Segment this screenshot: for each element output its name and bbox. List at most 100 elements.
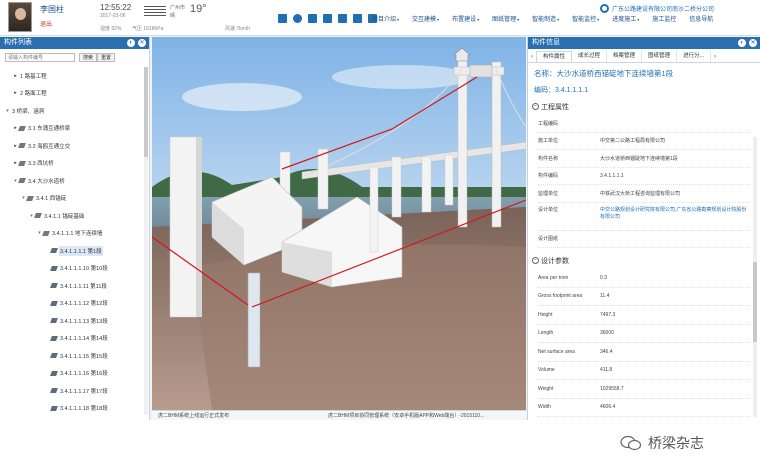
panel-header: 构件列表 ◐ ✕	[0, 37, 149, 49]
tree-item[interactable]: ▾ 3 桥梁、涵洞	[0, 102, 150, 120]
layers-icon[interactable]	[308, 14, 317, 23]
tree-item[interactable]: ▸ 2 路面工程	[0, 85, 150, 103]
logout-link[interactable]: 退出	[40, 19, 52, 28]
close-icon[interactable]: ✕	[749, 39, 757, 47]
tree-item[interactable]: 3.4.1.1.1.14 第14段	[0, 330, 150, 348]
tree-item[interactable]: 3.4.1.1.1.1 第1段	[0, 242, 150, 260]
tree-item[interactable]: 3.4.1.1.1.17 第17段	[0, 382, 150, 400]
tree-item[interactable]: 3.4.1.1.1.12 第12段	[0, 295, 150, 313]
chevron-down-icon: ▾	[597, 17, 600, 22]
grid-icon[interactable]	[323, 14, 332, 23]
tree-item[interactable]: ▸ 1 路基工程	[0, 67, 150, 85]
tree-item[interactable]: 3.4.1.1.1.18 第18段	[0, 400, 150, 418]
tree-item-label: 3 桥梁、涵洞	[12, 108, 45, 115]
bridge-scene	[152, 37, 526, 410]
tree-item-label: 3.4.1.1.1.10 第10段	[60, 266, 108, 273]
property-key: Net surface area	[538, 348, 575, 355]
property-value: 411.8	[600, 367, 613, 374]
pin-icon[interactable]: ◐	[738, 39, 746, 47]
tree-item[interactable]: 3.4.1.1.1.16 第16段	[0, 365, 150, 383]
tree-item[interactable]: ▾ 3.4.1.1 锚碇基础	[0, 207, 150, 225]
tree-item[interactable]: 3.4.1.1.1.19 第19段	[0, 417, 150, 420]
nav-item[interactable]: 布置建设▾	[452, 14, 479, 23]
reset-button[interactable]: 重置	[97, 53, 116, 62]
property-key: 监理单位	[538, 190, 559, 197]
status-right: 虎二BHM项目协同管理系统（安卓手机版APP和Web端台）-2015110...	[328, 413, 485, 419]
component-info-panel: 构件信息 ◐ ✕ ‹ 构件属性 成长过程 档案管理 图纸管理 进行分... › …	[527, 37, 760, 420]
property-value: 中交第二公路工程局有限公司	[600, 138, 666, 145]
nav-item-label: 施工监控	[652, 17, 677, 23]
expand-closed-icon[interactable]: ▸	[12, 90, 19, 96]
tab-archive[interactable]: 档案管理	[607, 51, 643, 62]
component-icon	[26, 195, 34, 201]
status-left: 虎二BHM系统上线运行正式发布	[158, 413, 230, 419]
tree-item[interactable]: ▸ 3.1 东涌互通桥梁	[0, 120, 150, 138]
nav-item-label: 交互建模	[412, 17, 437, 23]
document-icon[interactable]	[353, 14, 362, 23]
search-input[interactable]	[5, 53, 75, 62]
property-value: 中交公路规划设计研究院有限公司,广东省公路勘察规划设计院股份有限公司	[600, 206, 747, 220]
tree-item-label: 3.4.1.1.1 地下连续墙	[52, 231, 103, 238]
tree-item[interactable]: ▾ 3.4.1.1.1 地下连续墙	[0, 225, 150, 243]
tree-item[interactable]: ▾ 3.4 大沙水道桥	[0, 172, 150, 190]
tree-item[interactable]: ▸ 3.2 海鸥互通立交	[0, 137, 150, 155]
nav-item[interactable]: 项目介绍▾	[372, 14, 399, 23]
segment-icon	[50, 335, 58, 341]
nav-item[interactable]: 进度施工▾	[612, 14, 639, 23]
nav-item[interactable]: 信息导航	[689, 14, 713, 23]
chevron-right-icon[interactable]: ›	[711, 54, 719, 60]
property-key: 施工单位	[538, 138, 559, 145]
search-button[interactable]: 搜索	[79, 53, 98, 62]
property-row: Length 36000	[538, 325, 750, 343]
tab-drawings[interactable]: 图纸管理	[642, 51, 678, 62]
segment-icon	[50, 248, 58, 254]
nav-item[interactable]: 智能监控▾	[572, 14, 599, 23]
tree-item[interactable]: ▾ 3.4.1 西锚碇	[0, 190, 150, 208]
pin-icon[interactable]: ◐	[127, 39, 135, 47]
avatar[interactable]	[8, 2, 32, 32]
cube-icon[interactable]	[278, 14, 287, 23]
nav-item[interactable]: 施工监控	[652, 14, 676, 23]
segment-icon	[50, 388, 58, 394]
tree-item[interactable]: 3.4.1.1.1.15 第15段	[0, 347, 150, 365]
tab-properties[interactable]: 构件属性	[536, 51, 573, 62]
clock-time: 12:55:22	[100, 3, 132, 12]
property-key: Width	[538, 404, 551, 411]
tree-item[interactable]: ▸ 3.3 西坑桥	[0, 155, 150, 173]
nav-item-label: 信息导航	[689, 17, 714, 23]
nav-item[interactable]: 智能制造▾	[532, 14, 559, 23]
nav-item[interactable]: 交互建模▾	[412, 14, 439, 23]
tree-item[interactable]: 3.4.1.1.1.11 第11段	[0, 277, 150, 295]
close-icon[interactable]: ✕	[138, 39, 146, 47]
user-name: 李国柱	[40, 5, 64, 14]
property-value: 4606.4	[600, 404, 616, 411]
tree-item-label: 3.4.1.1.1.12 第12段	[60, 301, 108, 308]
tree-item-label: 3.4.1.1.1.18 第18段	[60, 406, 108, 413]
tree-item-label: 3.4.1.1 锚碇基础	[44, 213, 85, 220]
property-row: Area per tonn 0.3	[538, 269, 750, 288]
scrollbar[interactable]	[753, 137, 757, 417]
panel-title: 构件信息	[532, 39, 560, 46]
image-icon[interactable]	[338, 14, 347, 23]
section-header[interactable]: − 工程属性	[532, 101, 569, 112]
property-key: 构件名称	[538, 155, 559, 162]
user-icon[interactable]	[293, 14, 302, 23]
chevron-left-icon[interactable]: ‹	[528, 54, 536, 60]
weather-city: 广州市	[170, 5, 186, 11]
section-title: 工程属性	[541, 103, 569, 111]
property-row: Width 4606.4	[538, 399, 750, 417]
nav-item[interactable]: 图纸管理▾	[492, 14, 519, 23]
tree-item[interactable]: 3.4.1.1.1.10 第10段	[0, 260, 150, 278]
section-header[interactable]: − 设计参数	[532, 255, 569, 266]
expand-closed-icon[interactable]: ▸	[12, 73, 19, 79]
tab-more[interactable]: 进行分...	[677, 51, 712, 62]
scrollbar[interactable]	[144, 67, 148, 415]
nav-item-label: 布置建设	[452, 17, 477, 23]
property-row: 施工单位 中交第二公路工程局有限公司	[538, 133, 750, 150]
3d-viewport[interactable]	[152, 37, 526, 410]
chevron-down-icon: ▾	[517, 17, 520, 22]
expand-open-icon[interactable]: ▾	[4, 108, 11, 114]
company-brand: 广东公路建设有限公司南沙二桥分公司	[600, 3, 752, 13]
tree-item[interactable]: 3.4.1.1.1.13 第13段	[0, 312, 150, 330]
tab-growth[interactable]: 成长过程	[572, 51, 608, 62]
